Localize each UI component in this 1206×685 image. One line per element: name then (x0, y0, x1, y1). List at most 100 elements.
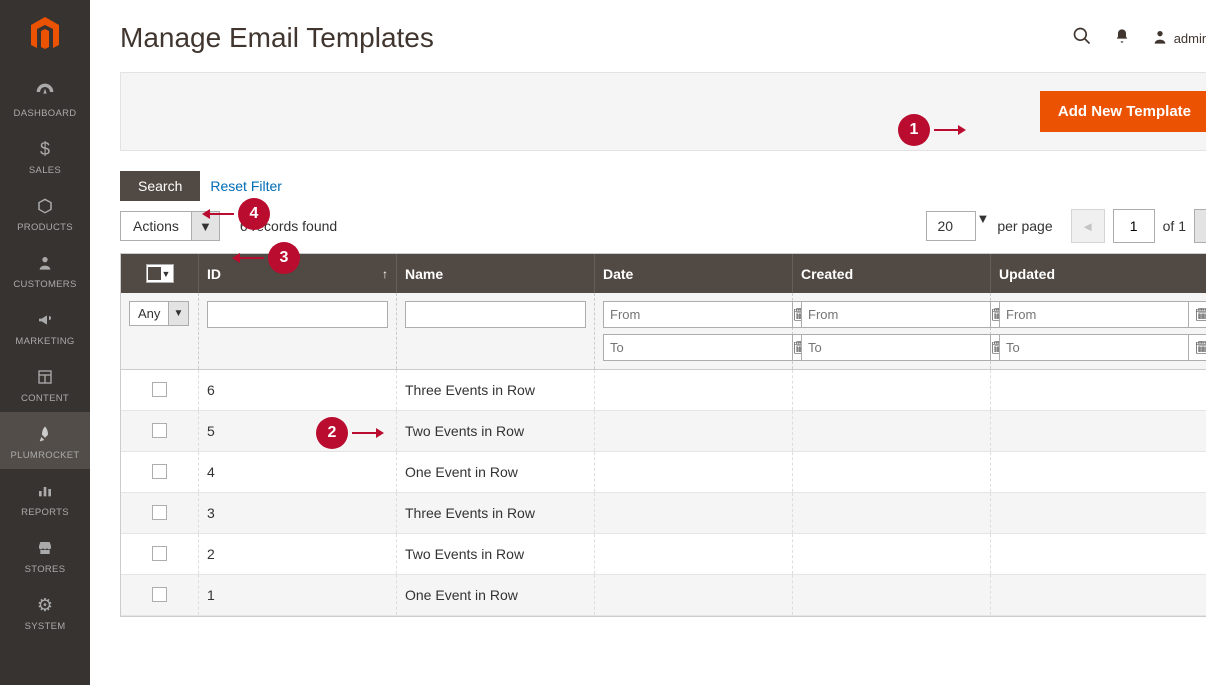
page-size-select[interactable]: 20 ▼ (926, 211, 989, 241)
row-name: Two Events in Row (397, 411, 595, 451)
sidebar-item-stores[interactable]: STORES (0, 526, 90, 583)
table-row[interactable]: 3Three Events in Row (121, 493, 1206, 534)
table-row[interactable]: 2Two Events in Row (121, 534, 1206, 575)
row-created (793, 575, 991, 615)
filter-updated-from[interactable] (999, 301, 1188, 328)
sidebar-item-plumrocket[interactable]: PLUMROCKET (0, 412, 90, 469)
next-page-button[interactable]: ► (1194, 209, 1206, 243)
annotation-4: 4 (204, 198, 270, 230)
row-name: Two Events in Row (397, 534, 595, 574)
dashboard-icon (33, 80, 57, 104)
chevron-down-icon[interactable]: ▼ (976, 211, 989, 241)
select-all-column[interactable]: ▼ (121, 254, 199, 293)
sidebar-item-content[interactable]: CONTENT (0, 355, 90, 412)
calendar-icon[interactable]: 🗓 (1188, 334, 1206, 361)
row-created (793, 493, 991, 533)
row-id: 3 (199, 493, 397, 533)
sidebar-item-label: SYSTEM (25, 621, 66, 632)
sidebar-item-label: SALES (29, 165, 61, 176)
table-row[interactable]: 6Three Events in Row (121, 370, 1206, 411)
sidebar-item-products[interactable]: PRODUCTS (0, 184, 90, 241)
layout-icon (33, 365, 57, 389)
user-icon (1152, 29, 1168, 48)
sidebar: DASHBOARD $ SALES PRODUCTS CUSTOMERS MAR… (0, 0, 90, 685)
filter-select-any[interactable]: Any ▼ (129, 301, 190, 326)
row-name: One Event in Row (397, 452, 595, 492)
chart-icon (33, 479, 57, 503)
reset-filter-link[interactable]: Reset Filter (210, 178, 282, 194)
annotation-2: 2 (316, 417, 382, 449)
filter-updated-to[interactable] (999, 334, 1188, 361)
sidebar-item-label: STORES (25, 564, 66, 575)
sidebar-item-reports[interactable]: REPORTS (0, 469, 90, 526)
row-date (595, 411, 793, 451)
toolbar: Add New Template (120, 72, 1206, 151)
row-checkbox[interactable] (152, 546, 167, 561)
templates-grid: ▼ ID↑ Name Date Created Updated Any ▼ (120, 253, 1206, 617)
table-row[interactable]: 5Two Events in Row (121, 411, 1206, 452)
row-updated (991, 575, 1206, 615)
row-checkbox[interactable] (152, 587, 167, 602)
sidebar-item-label: CUSTOMERS (13, 279, 76, 290)
page-title: Manage Email Templates (120, 22, 1072, 54)
filter-name-input[interactable] (405, 301, 586, 328)
row-checkbox[interactable] (152, 423, 167, 438)
column-created[interactable]: Created (793, 254, 991, 293)
column-updated[interactable]: Updated (991, 254, 1206, 293)
storefront-icon (33, 536, 57, 560)
row-created (793, 534, 991, 574)
row-name: Three Events in Row (397, 493, 595, 533)
magento-logo-icon (29, 17, 61, 53)
row-date (595, 534, 793, 574)
row-date (595, 493, 793, 533)
calendar-icon[interactable]: 🗓 (1188, 301, 1206, 328)
row-updated (991, 493, 1206, 533)
sidebar-item-system[interactable]: ⚙ SYSTEM (0, 583, 90, 640)
select-all-checkbox[interactable]: ▼ (146, 264, 174, 283)
column-name[interactable]: Name (397, 254, 595, 293)
filter-date-from[interactable] (603, 301, 792, 328)
table-row[interactable]: 1One Event in Row (121, 575, 1206, 616)
filter-created-to[interactable] (801, 334, 990, 361)
row-id: 1 (199, 575, 397, 615)
table-row[interactable]: 4One Event in Row (121, 452, 1206, 493)
annotation-3: 3 (234, 242, 300, 274)
user-name: admin (1174, 31, 1206, 46)
row-created (793, 452, 991, 492)
row-checkbox[interactable] (152, 382, 167, 397)
filter-date-to[interactable] (603, 334, 792, 361)
add-template-button[interactable]: Add New Template (1040, 91, 1206, 132)
row-id: 4 (199, 452, 397, 492)
page-input[interactable] (1113, 209, 1155, 243)
box-icon (33, 194, 57, 218)
prev-page-button[interactable]: ◄ (1071, 209, 1105, 243)
chevron-down-icon[interactable]: ▼ (169, 301, 189, 326)
row-checkbox[interactable] (152, 464, 167, 479)
row-created (793, 411, 991, 451)
search-icon[interactable] (1072, 26, 1092, 51)
sidebar-item-label: REPORTS (21, 507, 69, 518)
search-button[interactable]: Search (120, 171, 200, 201)
row-name: One Event in Row (397, 575, 595, 615)
sidebar-item-marketing[interactable]: MARKETING (0, 298, 90, 355)
filter-created-from[interactable] (801, 301, 990, 328)
row-date (595, 370, 793, 410)
row-date (595, 452, 793, 492)
column-date[interactable]: Date (595, 254, 793, 293)
filter-id-input[interactable] (207, 301, 388, 328)
row-updated (991, 370, 1206, 410)
user-menu[interactable]: admin ▼ (1152, 29, 1206, 48)
sidebar-item-customers[interactable]: CUSTOMERS (0, 241, 90, 298)
sidebar-item-sales[interactable]: $ SALES (0, 127, 90, 184)
sidebar-item-label: DASHBOARD (14, 108, 77, 119)
bell-icon[interactable] (1114, 27, 1130, 50)
rocket-icon (33, 422, 57, 446)
magento-logo[interactable] (0, 0, 90, 70)
row-checkbox[interactable] (152, 505, 167, 520)
row-created (793, 370, 991, 410)
row-updated (991, 452, 1206, 492)
row-id: 2 (199, 534, 397, 574)
sidebar-item-label: CONTENT (21, 393, 69, 404)
annotation-1: 1 (898, 114, 964, 146)
sidebar-item-dashboard[interactable]: DASHBOARD (0, 70, 90, 127)
